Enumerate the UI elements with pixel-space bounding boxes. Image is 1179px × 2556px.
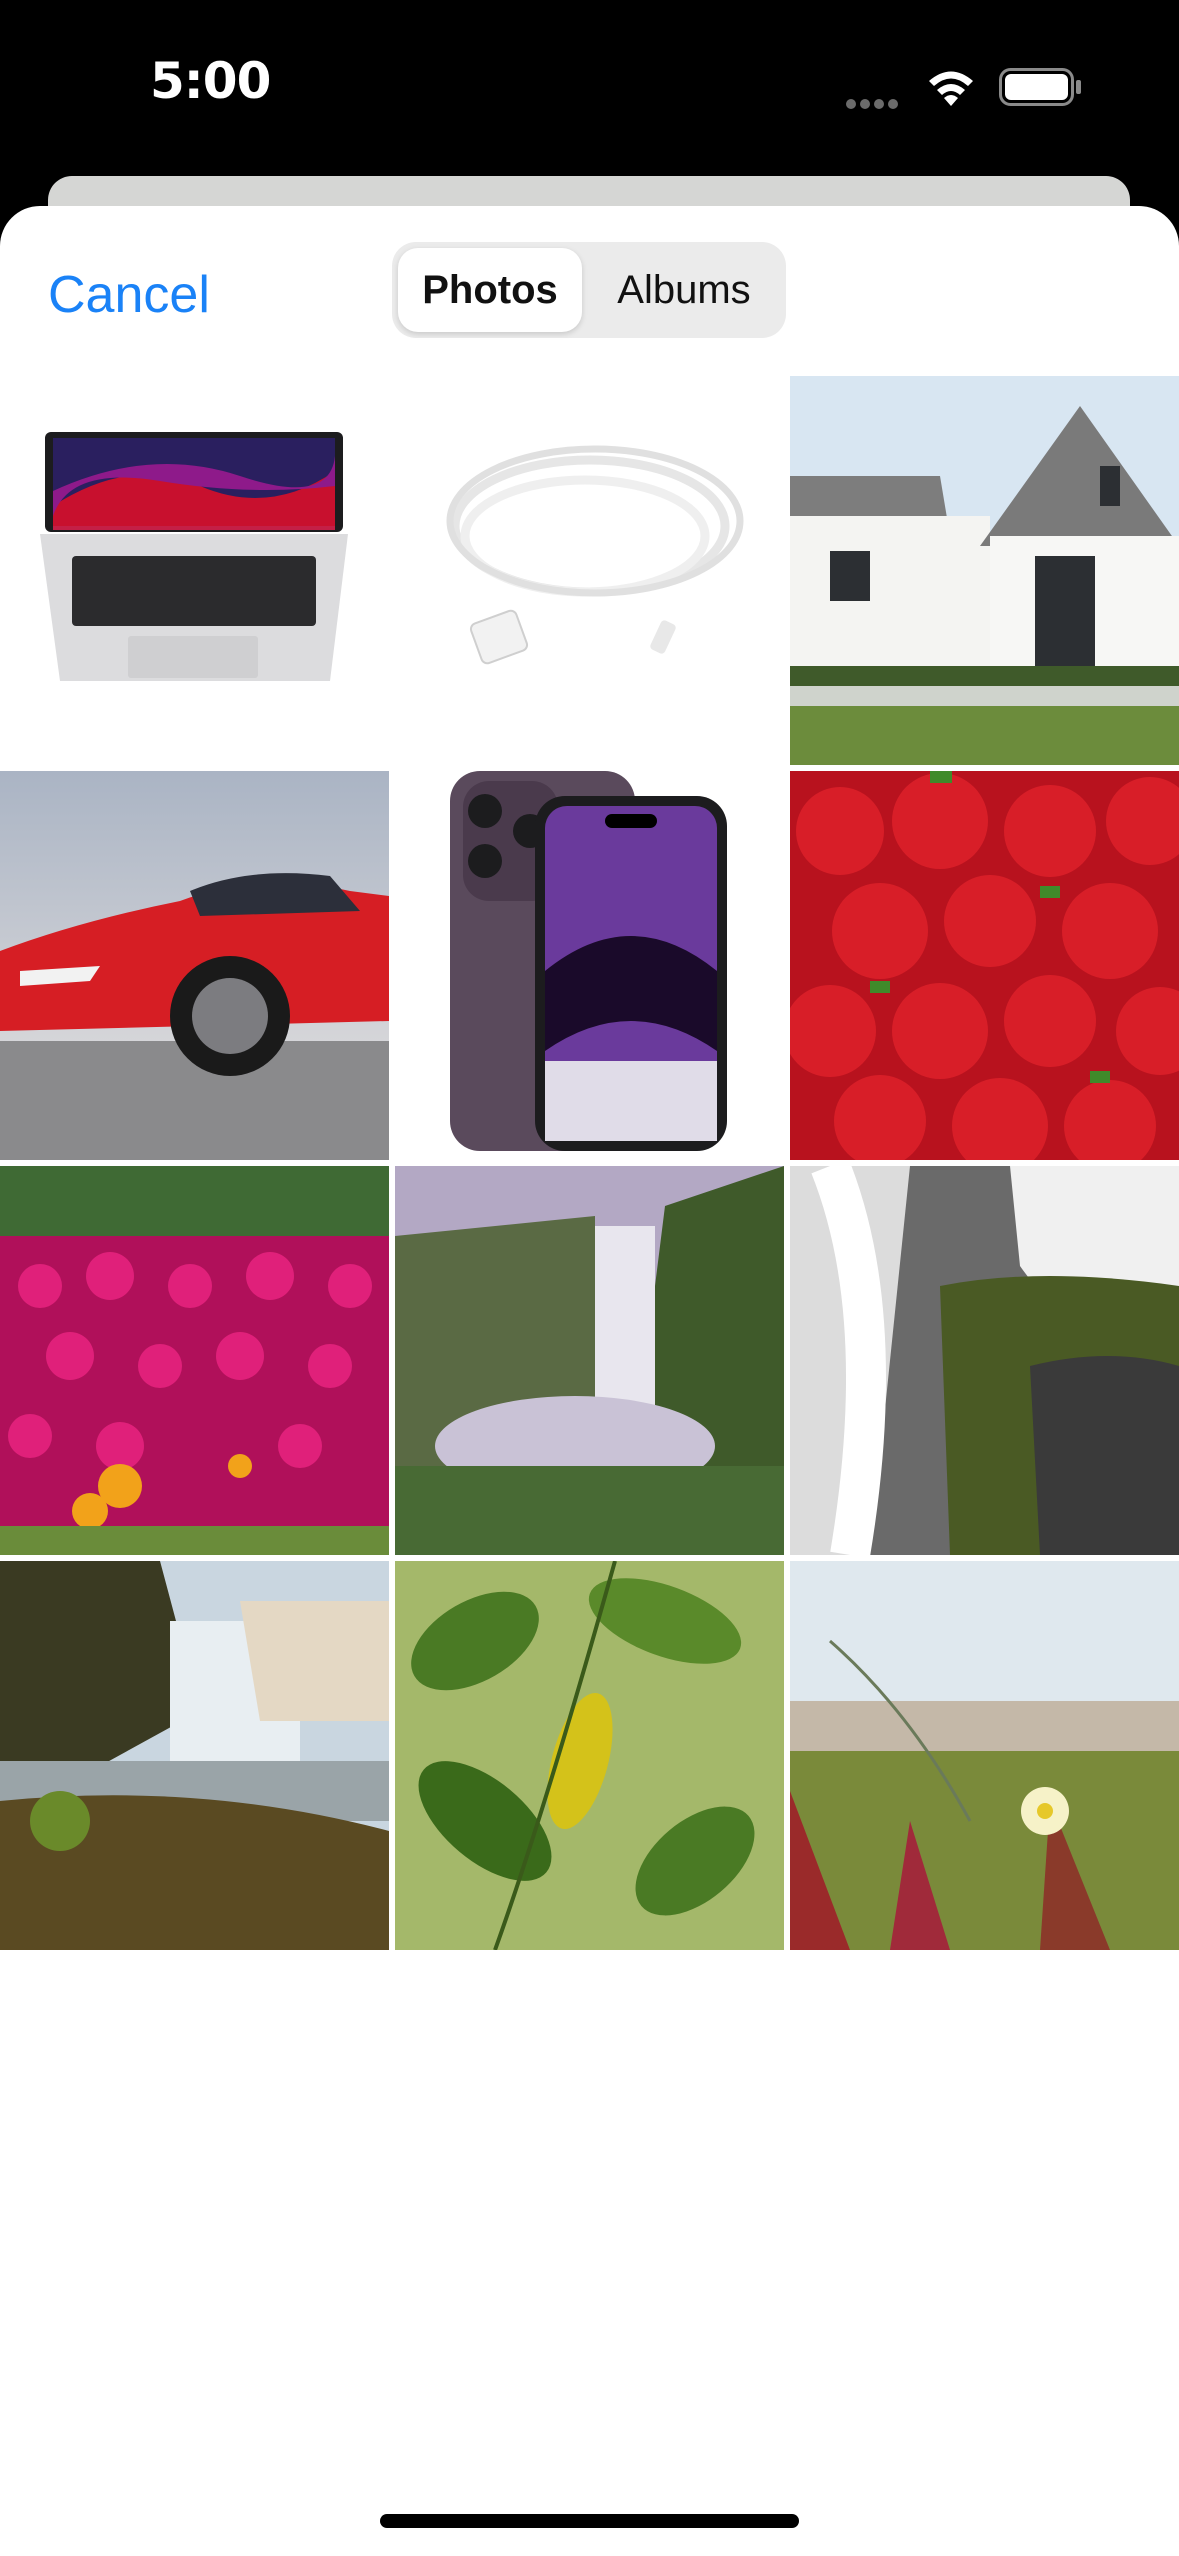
cellular-icon (846, 96, 902, 114)
photo-thumbnail-strawberries[interactable] (790, 771, 1179, 1160)
photo-thumbnail-red-car[interactable] (0, 771, 389, 1160)
battery-icon (999, 68, 1081, 106)
red-car-image (0, 771, 389, 1160)
laptop-image (0, 376, 389, 765)
photo-thumbnail-waterfall-sunlit[interactable] (0, 1561, 389, 1950)
pink-flowers-image (0, 1166, 389, 1555)
photo-thumbnail-waterfall-rocks[interactable] (790, 1166, 1179, 1555)
photo-thumbnail-white-house[interactable] (790, 376, 1179, 765)
tab-albums[interactable]: Albums (588, 248, 780, 332)
green-leaves-image (395, 1561, 784, 1950)
tab-photos[interactable]: Photos (398, 248, 582, 332)
photo-thumbnail-laptop[interactable] (0, 376, 389, 765)
beach-flower-image (790, 1561, 1179, 1950)
photo-thumbnail-usb-cable[interactable] (395, 376, 784, 765)
waterfall-sunlit-image (0, 1561, 389, 1950)
home-indicator[interactable] (380, 2514, 799, 2528)
white-house-image (790, 376, 1179, 765)
photo-picker-sheet: Cancel Photos Albums (0, 206, 1179, 2556)
usb-cable-image (395, 376, 784, 765)
photo-thumbnail-purple-phone[interactable] (395, 771, 784, 1160)
photo-thumbnail-pink-flowers[interactable] (0, 1166, 389, 1555)
photo-thumbnail-beach-flower[interactable] (790, 1561, 1179, 1950)
photo-thumbnail-waterfall-valley[interactable] (395, 1166, 784, 1555)
photo-thumbnail-green-leaves[interactable] (395, 1561, 784, 1950)
waterfall-rocks-image (790, 1166, 1179, 1555)
wifi-icon (929, 71, 973, 106)
cancel-button[interactable]: Cancel (48, 260, 210, 330)
purple-phone-image (395, 771, 784, 1160)
status-bar: 5:00 (0, 0, 1179, 150)
segmented-control: Photos Albums (392, 242, 786, 338)
strawberries-image (790, 771, 1179, 1160)
status-time: 5:00 (150, 52, 271, 110)
waterfall-valley-image (395, 1166, 784, 1555)
